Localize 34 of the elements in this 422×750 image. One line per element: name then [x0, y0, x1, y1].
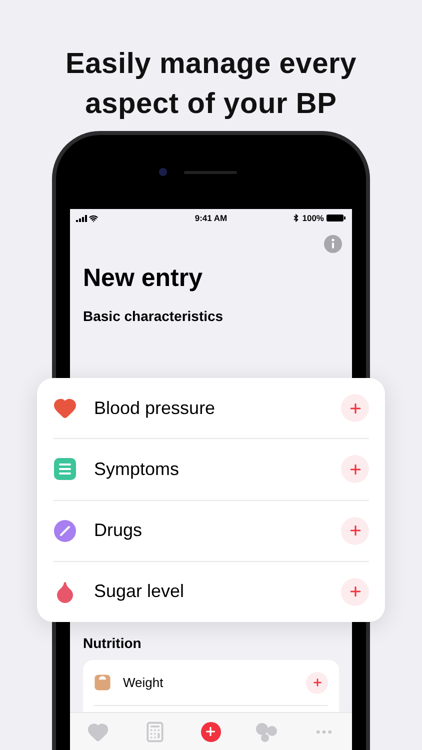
plus-icon: [348, 584, 362, 600]
headline: Easily manage every aspect of your BP: [64, 47, 358, 122]
status-time: 9:41 AM: [194, 212, 228, 224]
add-button[interactable]: [341, 578, 369, 606]
heart-icon: [53, 396, 77, 420]
battery-percent: 100%: [302, 212, 324, 224]
plus-icon: [348, 462, 362, 477]
category-label: Blood pressure: [94, 396, 216, 420]
wifi-icon: [89, 214, 98, 222]
camera-icon: [159, 168, 167, 176]
plus-icon: [348, 523, 362, 538]
add-button[interactable]: [341, 516, 369, 545]
speaker-grille: [184, 170, 237, 174]
category-label: Symptoms: [94, 458, 180, 481]
signal-icon: [76, 214, 87, 222]
plus-icon: [312, 677, 322, 688]
add-button[interactable]: [341, 394, 369, 422]
plus-icon: [204, 725, 218, 738]
pill-icon: [53, 518, 77, 543]
section-title: Nutrition: [82, 634, 142, 653]
add-button[interactable]: [306, 672, 328, 694]
screen-title: New entry: [82, 263, 204, 293]
category-label: Drugs: [94, 519, 144, 542]
bluetooth-icon: [292, 214, 300, 222]
add-icon[interactable]: [200, 722, 221, 742]
scale-icon: [94, 674, 111, 691]
section-title: Basic characteristics: [82, 307, 224, 326]
category-label: Sugar level: [94, 580, 186, 604]
list-icon: [53, 457, 77, 482]
info-icon[interactable]: [324, 235, 342, 253]
battery-icon: [326, 214, 346, 222]
add-button[interactable]: [341, 455, 369, 484]
item-label: Weight: [123, 674, 164, 692]
plus-icon: [348, 400, 362, 416]
